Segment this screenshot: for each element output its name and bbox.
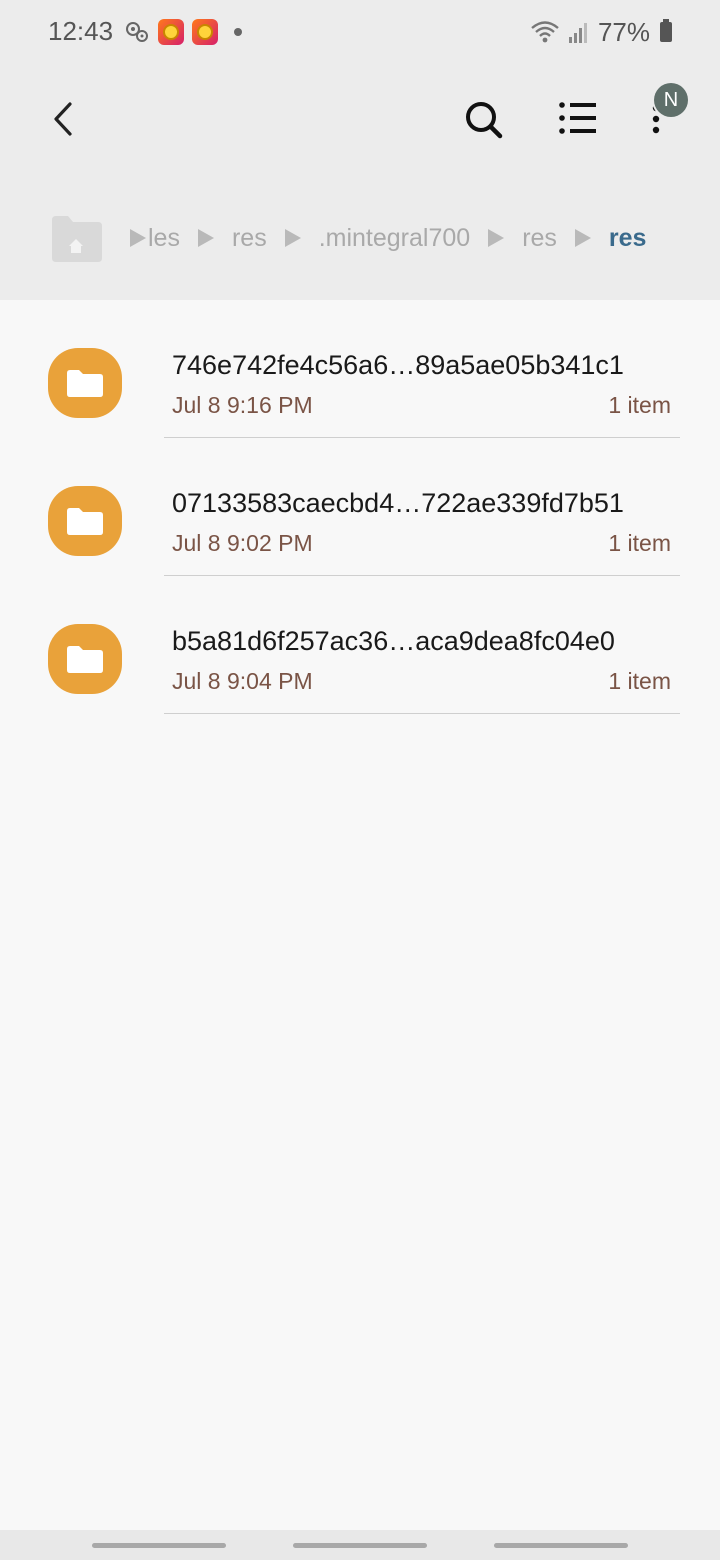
- search-icon: [466, 102, 503, 139]
- folder-icon: [48, 486, 122, 556]
- status-bar: 12:43 77%: [0, 0, 720, 64]
- divider: [164, 713, 680, 714]
- home-folder-icon[interactable]: [48, 214, 104, 262]
- back-button[interactable]: [36, 92, 92, 148]
- avatar[interactable]: N: [654, 83, 688, 117]
- breadcrumb-item[interactable]: .mintegral700: [284, 224, 488, 253]
- chevron-right-icon: [197, 229, 214, 247]
- battery-icon: [660, 19, 672, 42]
- battery-percent: 77%: [597, 16, 650, 47]
- breadcrumb-current[interactable]: res: [574, 224, 646, 253]
- list-view-icon: [559, 102, 596, 134]
- nav-handle-center[interactable]: [293, 1543, 427, 1548]
- gesture-nav-bar: [0, 1530, 720, 1560]
- folder-icon: [48, 624, 122, 694]
- settings-icon: [126, 22, 148, 42]
- folder-icon: [48, 348, 122, 418]
- back-icon: [54, 102, 72, 136]
- folder-name: 746e742fe4c56a6…89a5ae05b341c1: [172, 350, 624, 380]
- nav-handle-left[interactable]: [92, 1543, 226, 1548]
- breadcrumb-item[interactable]: res: [488, 224, 575, 253]
- folder-item-count: 1 item: [608, 392, 671, 418]
- folder-date: Jul 8 9:02 PM: [172, 530, 313, 556]
- list-view-button[interactable]: [550, 92, 606, 148]
- wifi-icon: [531, 21, 559, 43]
- chevron-right-icon: [574, 229, 591, 247]
- breadcrumb-item[interactable]: les: [130, 224, 198, 253]
- breadcrumb: les res .mintegral700 res res: [48, 210, 720, 266]
- folder-row[interactable]: b5a81d6f257ac36…aca9dea8fc04e0 Jul 8 9:0…: [0, 576, 720, 714]
- chevron-right-icon: [284, 229, 301, 247]
- nav-handle-right[interactable]: [494, 1543, 628, 1548]
- search-button[interactable]: [456, 92, 512, 148]
- notification-dot-icon: [234, 28, 242, 36]
- folder-item-count: 1 item: [608, 530, 671, 556]
- folder-date: Jul 8 9:16 PM: [172, 392, 313, 418]
- chevron-right-icon: [488, 229, 505, 247]
- coin-game-app-icon: [158, 19, 184, 45]
- folder-row[interactable]: 07133583caecbd4…722ae339fd7b51 Jul 8 9:0…: [0, 438, 720, 576]
- file-list: 746e742fe4c56a6…89a5ae05b341c1 Jul 8 9:1…: [0, 300, 720, 714]
- folder-name: 07133583caecbd4…722ae339fd7b51: [172, 488, 624, 518]
- status-time: 12:43: [48, 16, 114, 46]
- folder-date: Jul 8 9:04 PM: [172, 668, 313, 694]
- notification-icons: [124, 14, 242, 50]
- status-right: 77%: [530, 14, 672, 50]
- chevron-right-icon: [130, 229, 146, 247]
- folder-name: b5a81d6f257ac36…aca9dea8fc04e0: [172, 626, 615, 656]
- signal-icon: [568, 23, 587, 43]
- folder-item-count: 1 item: [608, 668, 671, 694]
- folder-row[interactable]: 746e742fe4c56a6…89a5ae05b341c1 Jul 8 9:1…: [0, 300, 720, 438]
- breadcrumb-item[interactable]: res: [197, 224, 285, 253]
- app-header: 12:43 77% N les res .mintegral700 res re…: [0, 0, 720, 300]
- coin-game-app-icon: [192, 19, 218, 45]
